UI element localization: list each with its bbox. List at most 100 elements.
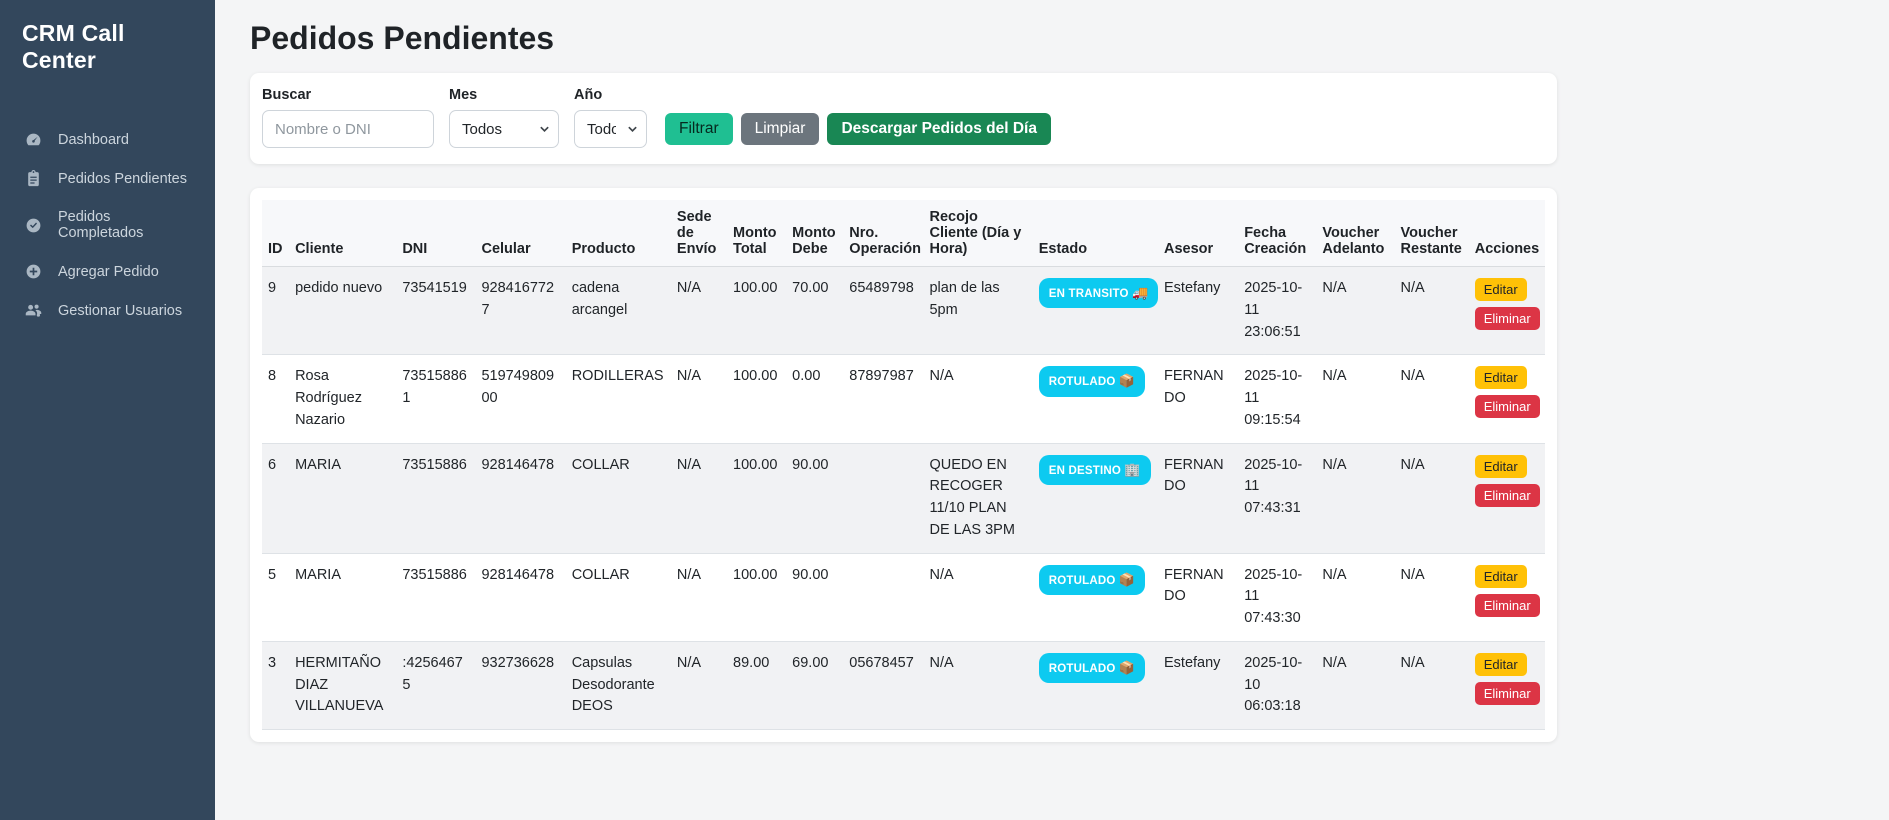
cell-estado: ROTULADO 📦 [1033, 641, 1158, 729]
cell-nro_operacion [843, 553, 923, 641]
column-header: Sede de Envío [671, 200, 727, 267]
delete-button[interactable]: Eliminar [1475, 484, 1540, 507]
year-select[interactable]: Todos [574, 110, 647, 148]
cell-sede_envio: N/A [671, 641, 727, 729]
cell-fecha_creacion: 2025-10-11 23:06:51 [1238, 267, 1316, 355]
cell-voucher_restante: N/A [1395, 641, 1469, 729]
cell-id: 8 [262, 355, 289, 443]
package-icon: 📦 [1119, 572, 1135, 587]
table-row: 5MARIA73515886928146478COLLARN/A100.0090… [262, 553, 1545, 641]
cell-recojo_cliente: N/A [923, 355, 1032, 443]
search-input[interactable] [262, 110, 434, 148]
clear-button[interactable]: Limpiar [741, 113, 820, 145]
sidebar-item-label: Dashboard [58, 132, 129, 148]
cell-asesor: FERNANDO [1158, 553, 1238, 641]
cell-voucher_restante: N/A [1395, 443, 1469, 553]
delete-button[interactable]: Eliminar [1475, 395, 1540, 418]
month-label: Mes [449, 87, 559, 103]
cell-monto_total: 100.00 [727, 443, 786, 553]
cell-estado: EN DESTINO 🏢 [1033, 443, 1158, 553]
cell-id: 3 [262, 641, 289, 729]
cell-celular: 51974980900 [475, 355, 565, 443]
cell-id: 9 [262, 267, 289, 355]
delete-button[interactable]: Eliminar [1475, 594, 1540, 617]
sidebar-item-pedidos-completados[interactable]: Pedidos Completados [0, 198, 215, 252]
edit-button[interactable]: Editar [1475, 455, 1527, 478]
year-label: Año [574, 87, 647, 103]
status-badge: ROTULADO 📦 [1039, 366, 1146, 396]
cell-acciones: Editar Eliminar [1469, 355, 1545, 443]
cell-celular: 928146478 [475, 553, 565, 641]
cell-recojo_cliente: N/A [923, 553, 1032, 641]
column-header: Nro. Operación [843, 200, 923, 267]
package-icon: 📦 [1119, 660, 1135, 675]
cell-acciones: Editar Eliminar [1469, 641, 1545, 729]
delete-button[interactable]: Eliminar [1475, 682, 1540, 705]
status-badge: ROTULADO 📦 [1039, 565, 1146, 595]
cell-cliente: pedido nuevo [289, 267, 396, 355]
column-header: Cliente [289, 200, 396, 267]
search-label: Buscar [262, 87, 434, 103]
cell-celular: 9284167727 [475, 267, 565, 355]
cell-voucher_adelanto: N/A [1316, 267, 1394, 355]
cell-acciones: Editar Eliminar [1469, 267, 1545, 355]
delete-button[interactable]: Eliminar [1475, 307, 1540, 330]
sidebar-item-label: Agregar Pedido [58, 264, 159, 280]
sidebar-item-gestionar-usuarios[interactable]: Gestionar Usuarios [0, 291, 215, 330]
cell-recojo_cliente: QUEDO EN RECOGER 11/10 PLAN DE LAS 3PM [923, 443, 1032, 553]
table-row: 9pedido nuevo735415199284167727cadena ar… [262, 267, 1545, 355]
search-field-group: Buscar [262, 87, 434, 148]
cell-sede_envio: N/A [671, 553, 727, 641]
cell-asesor: FERNANDO [1158, 443, 1238, 553]
column-header: Producto [566, 200, 671, 267]
cell-monto_total: 100.00 [727, 355, 786, 443]
cell-estado: ROTULADO 📦 [1033, 355, 1158, 443]
filter-button[interactable]: Filtrar [665, 113, 733, 145]
cell-id: 5 [262, 553, 289, 641]
filter-panel: Buscar Mes Todos Año Todos [250, 73, 1557, 164]
cell-dni: 73515886 [396, 443, 475, 553]
edit-button[interactable]: Editar [1475, 565, 1527, 588]
edit-button[interactable]: Editar [1475, 278, 1527, 301]
cell-voucher_adelanto: N/A [1316, 443, 1394, 553]
sidebar-item-pedidos-pendientes[interactable]: Pedidos Pendientes [0, 159, 215, 198]
cell-producto: COLLAR [566, 553, 671, 641]
clipboard-icon [25, 170, 42, 187]
sidebar-item-agregar-pedido[interactable]: Agregar Pedido [0, 252, 215, 291]
cell-cliente: MARIA [289, 443, 396, 553]
cell-cliente: HERMITAÑO DIAZ VILLANUEVA [289, 641, 396, 729]
sidebar-item-dashboard[interactable]: Dashboard [0, 120, 215, 159]
cell-acciones: Editar Eliminar [1469, 553, 1545, 641]
status-badge: ROTULADO 📦 [1039, 653, 1146, 683]
cell-sede_envio: N/A [671, 443, 727, 553]
cell-monto_total: 100.00 [727, 553, 786, 641]
month-select[interactable]: Todos [449, 110, 559, 148]
cell-acciones: Editar Eliminar [1469, 443, 1545, 553]
cell-estado: EN TRANSITO 🚚 [1033, 267, 1158, 355]
edit-button[interactable]: Editar [1475, 366, 1527, 389]
column-header: DNI [396, 200, 475, 267]
cell-monto_debe: 90.00 [786, 553, 843, 641]
cell-asesor: Estefany [1158, 267, 1238, 355]
cell-recojo_cliente: N/A [923, 641, 1032, 729]
column-header: Fecha Creación [1238, 200, 1316, 267]
status-badge: EN DESTINO 🏢 [1039, 455, 1151, 485]
cell-celular: 932736628 [475, 641, 565, 729]
cell-fecha_creacion: 2025-10-11 09:15:54 [1238, 355, 1316, 443]
cell-voucher_restante: N/A [1395, 355, 1469, 443]
sidebar: CRM Call Center DashboardPedidos Pendien… [0, 0, 215, 820]
column-header: Asesor [1158, 200, 1238, 267]
download-button[interactable]: Descargar Pedidos del Día [827, 113, 1051, 145]
column-header: Monto Total [727, 200, 786, 267]
cell-fecha_creacion: 2025-10-11 07:43:30 [1238, 553, 1316, 641]
package-icon: 📦 [1119, 373, 1135, 388]
cell-monto_debe: 70.00 [786, 267, 843, 355]
month-field-group: Mes Todos [449, 87, 559, 148]
cell-monto_debe: 69.00 [786, 641, 843, 729]
edit-button[interactable]: Editar [1475, 653, 1527, 676]
cell-monto_debe: 0.00 [786, 355, 843, 443]
cell-producto: cadena arcangel [566, 267, 671, 355]
cell-monto_total: 89.00 [727, 641, 786, 729]
orders-table-panel: IDClienteDNICelularProductoSede de Envío… [250, 188, 1557, 742]
table-row: 8Rosa Rodríguez Nazario73515886151974980… [262, 355, 1545, 443]
